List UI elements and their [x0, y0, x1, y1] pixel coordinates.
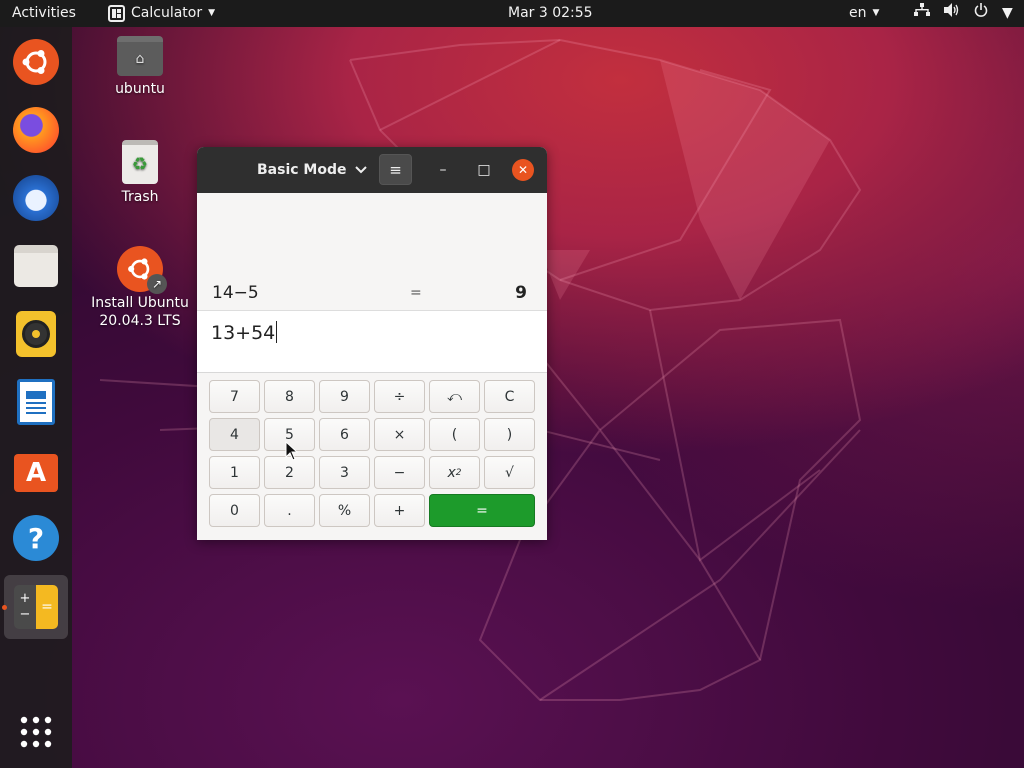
running-indicator [2, 605, 7, 610]
hamburger-icon: ≡ [389, 160, 402, 179]
history-result[interactable]: 9 [515, 283, 527, 303]
files-icon [14, 245, 58, 287]
shortcut-arrow-icon: ↗ [147, 274, 167, 294]
install-ubuntu-icon: ↗ [117, 246, 167, 294]
network-icon [914, 0, 930, 27]
dock-item-writer[interactable] [11, 377, 61, 427]
desktop-icon-home[interactable]: ⌂ ubuntu [85, 36, 195, 98]
minimize-icon: – [439, 162, 447, 178]
dock: A ? + − = [0, 27, 72, 768]
help-icon: ? [13, 515, 59, 561]
history-view: 14−5 = 9 [197, 193, 547, 311]
chevron-down-icon [354, 163, 367, 177]
keypad: 7 8 9 ÷ ⤺ C 4 5 6 × ( ) 1 2 3 − x2 √ 0 .… [197, 373, 547, 540]
close-icon: ✕ [517, 163, 529, 177]
dock-item-software[interactable]: A [11, 445, 61, 495]
key-8[interactable]: 8 [264, 380, 315, 413]
firefox-icon [13, 107, 59, 153]
dropdown-arrow-icon: ▼ [1002, 5, 1013, 21]
key-9[interactable]: 9 [319, 380, 370, 413]
close-paren-button[interactable]: ) [484, 418, 535, 451]
history-expression[interactable]: 14−5 [212, 283, 259, 303]
multiply-button[interactable]: × [374, 418, 425, 451]
trash-icon: ♻ [122, 140, 158, 184]
ubuntu-software-icon: A [14, 454, 58, 492]
header-bar: Basic Mode ≡ – □ ✕ [197, 147, 547, 193]
maximize-button[interactable]: □ [472, 158, 496, 182]
expression-input[interactable]: 13+54 [197, 311, 547, 373]
ubuntu-logo-icon [13, 39, 59, 85]
calculator-window: Basic Mode ≡ – □ ✕ 14−5 = 9 13+54 7 8 9 … [197, 147, 547, 540]
close-button[interactable]: ✕ [512, 159, 534, 181]
dock-item-ubuntu[interactable] [11, 37, 61, 87]
minimize-button[interactable]: – [431, 158, 455, 182]
key-7[interactable]: 7 [209, 380, 260, 413]
square-exponent: 2 [455, 467, 462, 478]
calculator-app-icon [108, 5, 125, 22]
desktop-icon-trash[interactable]: ♻ Trash [85, 140, 195, 206]
language-label: en [849, 5, 867, 21]
top-bar: Activities Calculator ▼ Mar 3 02:55 en ▼… [0, 0, 1024, 27]
calculator-dock-icon: + − = [14, 585, 58, 629]
key-0[interactable]: 0 [209, 494, 260, 527]
dropdown-arrow-icon: ▼ [872, 8, 880, 18]
dropdown-arrow-icon: ▼ [208, 8, 216, 18]
desktop-icon-label: Trash [121, 189, 159, 205]
key-6[interactable]: 6 [319, 418, 370, 451]
dock-item-files[interactable] [11, 241, 61, 291]
open-paren-button[interactable]: ( [429, 418, 480, 451]
equals-button[interactable]: = [429, 494, 535, 527]
dock-item-rhythmbox[interactable] [11, 309, 61, 359]
desktop-icon-label: 20.04.3 LTS [99, 313, 181, 329]
key-4[interactable]: 4 [209, 418, 260, 451]
app-menu-button[interactable]: Calculator ▼ [108, 0, 215, 27]
dock-item-calculator[interactable]: + − = [4, 575, 68, 639]
square-root-button[interactable]: √ [484, 456, 535, 489]
desktop-icon-install-ubuntu[interactable]: ↗ Install Ubuntu 20.04.3 LTS [85, 246, 195, 330]
subtract-button[interactable]: − [374, 456, 425, 489]
show-applications-button[interactable] [11, 707, 61, 757]
app-menu-label: Calculator [131, 5, 203, 21]
square-button[interactable]: x2 [429, 456, 480, 489]
dock-item-firefox[interactable] [11, 105, 61, 155]
maximize-icon: □ [477, 162, 491, 178]
language-selector[interactable]: en ▼ [849, 0, 879, 27]
expression-text: 13+54 [211, 322, 276, 344]
menu-button[interactable]: ≡ [379, 154, 412, 185]
history-equals: = [410, 285, 422, 301]
dock-item-thunderbird[interactable] [11, 173, 61, 223]
activities-button[interactable]: Activities [12, 0, 76, 27]
undo-button[interactable]: ⤺ [429, 380, 480, 413]
system-menu[interactable]: ▼ [914, 0, 1013, 27]
desktop-icon-label: ubuntu [115, 81, 165, 97]
desktop-icon-label: Install Ubuntu [91, 295, 189, 311]
power-icon [974, 0, 988, 27]
rhythmbox-icon [16, 311, 56, 357]
dock-item-help[interactable]: ? [11, 513, 61, 563]
text-caret [276, 321, 278, 343]
mode-label: Basic Mode [257, 162, 347, 178]
home-folder-icon: ⌂ [117, 36, 163, 76]
decimal-point-button[interactable]: . [264, 494, 315, 527]
percent-button[interactable]: % [319, 494, 370, 527]
thunderbird-icon [13, 175, 59, 221]
volume-icon [944, 0, 960, 27]
clock-button[interactable]: Mar 3 02:55 [508, 0, 593, 27]
add-button[interactable]: + [374, 494, 425, 527]
mode-selector-button[interactable]: Basic Mode [249, 147, 375, 193]
grid-icon [20, 716, 52, 748]
key-1[interactable]: 1 [209, 456, 260, 489]
clear-button[interactable]: C [484, 380, 535, 413]
libreoffice-writer-icon [17, 379, 55, 425]
divide-button[interactable]: ÷ [374, 380, 425, 413]
key-3[interactable]: 3 [319, 456, 370, 489]
square-base: x [447, 464, 456, 481]
